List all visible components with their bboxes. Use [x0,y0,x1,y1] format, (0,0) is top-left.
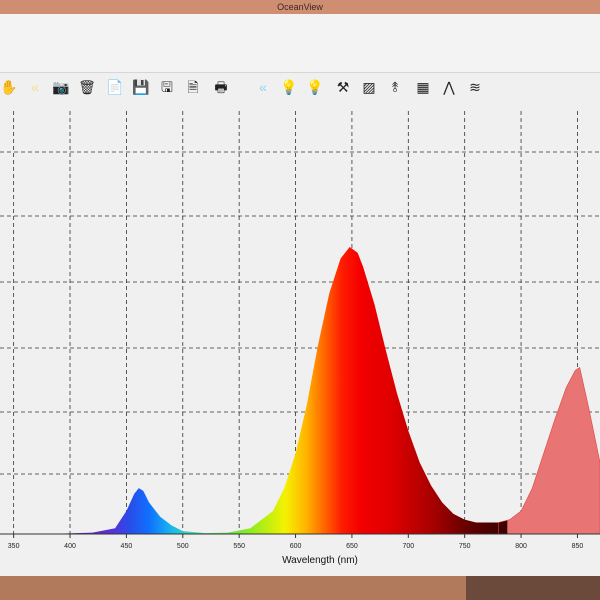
window-title: OceanView [277,2,323,12]
lightbulb-off-icon[interactable]: 💡 [306,78,324,96]
x-tick-label: 350 [8,543,20,550]
app-window: ✋ « 📷 🗑 📄 💾 🖫 🗎 🖶 « 💡 💡 ⚒ ▨ ⥉ ▦ ⋀ ≋ 350 … [0,14,600,576]
table-icon[interactable]: ▦ [414,78,432,96]
print-icon[interactable]: 🖶 [212,78,230,96]
trash-icon[interactable]: 🗑 [78,78,96,96]
save-icon[interactable]: 💾 [132,78,150,96]
camera-icon[interactable]: 📷 [52,78,70,96]
desktop-shadow [466,576,600,600]
x-tick-label: 450 [121,543,133,550]
x-tick-label: 600 [290,543,302,550]
rewind-icon[interactable]: « [254,78,272,96]
fast-rewind-icon[interactable]: « [26,78,44,96]
export-icon[interactable]: 🗎 [184,78,202,96]
graph-icon[interactable]: ▨ [360,78,378,96]
x-tick-label: 650 [346,543,358,550]
x-tick-label: 800 [515,543,527,550]
plot-panel: 350 400 450 500 550 600 650 700 750 800 850 Wavele… [0,102,600,576]
x-tick-label: 850 [572,543,584,550]
x-tick-label: 500 [177,543,189,550]
lightbulb-on-icon[interactable]: 💡 [280,78,298,96]
x-tick-label: 550 [233,543,245,550]
x-axis-label: Wavelength (nm) [282,555,358,566]
save-as-icon[interactable]: 🖫 [158,78,176,96]
desktop-strip [0,576,600,600]
toolbar: ✋ « 📷 🗑 📄 💾 🖫 🗎 🖶 « 💡 💡 ⚒ ▨ ⥉ ▦ ⋀ ≋ [0,72,600,103]
hand-icon[interactable]: ✋ [0,78,18,96]
overlay-icon[interactable]: ≋ [466,78,484,96]
x-tick-label: 700 [402,543,414,550]
window-titlebar: OceanView [0,0,600,14]
copy-icon[interactable]: 📄 [106,78,124,96]
x-tick-label: 750 [459,543,471,550]
spectrum-icon[interactable]: ⋀ [440,78,458,96]
spectrum-chart[interactable]: 350 400 450 500 550 600 650 700 750 800 850 Wavele… [0,102,600,576]
menu-area [0,14,600,73]
x-tick-label: 400 [64,543,76,550]
peak-icon[interactable]: ⥉ [386,78,404,96]
tools-icon[interactable]: ⚒ [334,78,352,96]
